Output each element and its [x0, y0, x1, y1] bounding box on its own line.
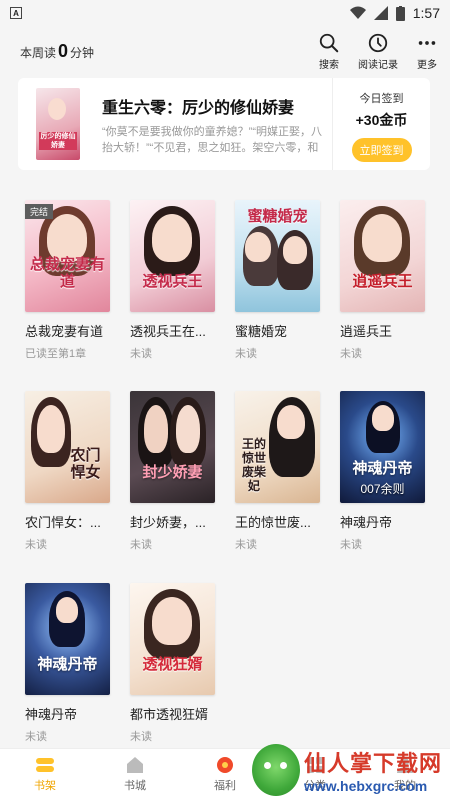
book-item[interactable]: 透视狂婿 都市透视狂婿 未读 [130, 583, 220, 744]
search-label: 搜索 [319, 59, 339, 71]
tab-store[interactable]: 书城 [90, 749, 180, 800]
finished-badge: 完结 [25, 204, 54, 219]
read-prefix: 本周读 [20, 45, 57, 60]
cactus-logo-icon [252, 744, 300, 796]
sign-label: 今日签到 [359, 93, 404, 105]
tab-bookshelf[interactable]: 书架 [0, 749, 90, 800]
book-item[interactable]: 封少娇妻 封少娇妻，... 未读 [130, 391, 220, 552]
book-status: 未读 [235, 348, 257, 360]
notification-icon: A [10, 7, 22, 19]
sign-reward: +30金币 [355, 112, 408, 128]
book-title: 神魂丹帝 [340, 515, 393, 530]
book-status: 未读 [130, 348, 152, 360]
book-cover: 农门悍女 [25, 391, 110, 503]
tab-store-label: 书城 [124, 780, 146, 792]
book-item[interactable]: 蜜糖婚宠 蜜糖婚宠 未读 [235, 200, 325, 361]
banner-title: 重生六零：厉少的修仙娇妻 [102, 100, 295, 117]
book-status: 未读 [130, 539, 152, 551]
book-status: 未读 [25, 539, 47, 551]
read-suffix: 分钟 [70, 45, 95, 60]
book-cover: 逍遥兵王 [340, 200, 425, 312]
banner-book-cover: 厉少的修仙娇妻 [36, 88, 80, 160]
cover-text: 神魂丹帝 [352, 460, 413, 477]
status-bar: A 1:57 [0, 0, 450, 26]
book-cover: 神魂丹帝 007余则 [340, 391, 425, 503]
book-status: 未读 [130, 731, 152, 743]
reading-history-label: 阅读记录 [358, 59, 398, 71]
book-status: 未读 [340, 348, 362, 360]
book-title: 蜜糖婚宠 [235, 324, 288, 339]
tab-bookshelf-label: 书架 [34, 780, 56, 792]
more-label: 更多 [417, 59, 437, 71]
book-title: 总裁宠妻有道 [25, 324, 104, 339]
book-title: 农门悍女：... [25, 515, 101, 530]
more-button[interactable]: 更多 [416, 32, 438, 71]
book-title: 透视兵王在... [130, 324, 206, 339]
book-cover: 透视狂婿 [130, 583, 215, 695]
cover-text: 农门悍女 [70, 447, 101, 481]
weekly-reading-stat: 本周读 0 分钟 [20, 41, 94, 62]
more-icon [418, 40, 436, 45]
recommend-banner[interactable]: 厉少的修仙娇妻 重生六零：厉少的修仙娇妻 “你莫不是要我做你的童养媳？”“明媒正… [18, 78, 430, 170]
book-status: 未读 [235, 539, 257, 551]
clock-icon [368, 33, 388, 52]
book-item[interactable]: 王的惊世废柴妃 王的惊世废... 未读 [235, 391, 325, 552]
book-item[interactable]: 神魂丹帝 007余则 神魂丹帝 未读 [340, 391, 430, 552]
book-item[interactable]: 总裁宠妻有道 完结 总裁宠妻有道 已读至第1章 [25, 200, 115, 361]
cover-subtitle: 007余则 [360, 482, 405, 496]
cover-text: 透视狂婿 [142, 656, 203, 673]
cover-text: 封少娇妻 [142, 464, 203, 481]
banner-description: “你莫不是要我做你的童养媳？”“明媒正娶，八抬大轿！”“不见君，思之如狂。架空六… [102, 126, 322, 154]
book-status: 已读至第1章 [25, 348, 87, 360]
watermark-url: www.hebxgrc.com [304, 778, 428, 794]
bookshelf-icon [36, 758, 54, 772]
clock-time: 1:57 [412, 5, 440, 21]
book-cover: 封少娇妻 [130, 391, 215, 503]
book-cover: 神魂丹帝 [25, 583, 110, 695]
sign-in-button[interactable]: 立即签到 [351, 138, 412, 162]
book-cover: 总裁宠妻有道 完结 [25, 200, 110, 312]
book-status: 未读 [25, 731, 47, 743]
banner-cover-text: 厉少的修仙娇妻 [39, 132, 77, 150]
book-cover: 蜜糖婚宠 [235, 200, 320, 312]
book-item[interactable]: 神魂丹帝 神魂丹帝 未读 [25, 583, 115, 744]
cover-text: 蜜糖婚宠 [247, 208, 308, 225]
book-item[interactable]: 农门悍女 农门悍女：... 未读 [25, 391, 115, 552]
book-title: 封少娇妻，... [130, 515, 206, 530]
cover-text: 总裁宠妻有道 [29, 256, 105, 290]
watermark-name: 仙人掌下载网 [304, 751, 443, 776]
cover-text: 王的惊世废柴妃 [241, 437, 266, 493]
site-watermark: 仙人掌下载网 www.hebxgrc.com [252, 742, 444, 798]
book-cover: 透视兵王 [130, 200, 215, 312]
signal-icon [373, 6, 388, 20]
search-button[interactable]: 搜索 [318, 32, 340, 71]
tab-welfare-label: 福利 [214, 780, 236, 792]
book-title: 王的惊世废... [235, 515, 311, 530]
store-icon [127, 757, 143, 773]
wifi-icon [349, 6, 366, 19]
book-title: 逍遥兵王 [340, 324, 393, 339]
shelf-header: 本周读 0 分钟 搜索 阅读记录 更多 [0, 26, 450, 76]
book-item[interactable]: 透视兵王 透视兵王在... 未读 [130, 200, 220, 361]
book-title: 都市透视狂婿 [130, 707, 209, 722]
daily-sign-panel: 今日签到 +30金币 立即签到 [332, 78, 430, 170]
book-item[interactable]: 逍遥兵王 逍遥兵王 未读 [340, 200, 430, 361]
book-status: 未读 [340, 539, 362, 551]
book-title: 神魂丹帝 [25, 707, 78, 722]
cover-text: 透视兵王 [142, 273, 203, 290]
gift-icon [217, 757, 233, 773]
cover-text: 逍遥兵王 [352, 273, 413, 290]
cover-text: 神魂丹帝 [37, 656, 98, 673]
search-icon [319, 33, 339, 52]
battery-icon [395, 5, 405, 21]
read-minutes: 0 [58, 40, 69, 61]
reading-history-button[interactable]: 阅读记录 [358, 32, 398, 71]
book-cover: 王的惊世废柴妃 [235, 391, 320, 503]
